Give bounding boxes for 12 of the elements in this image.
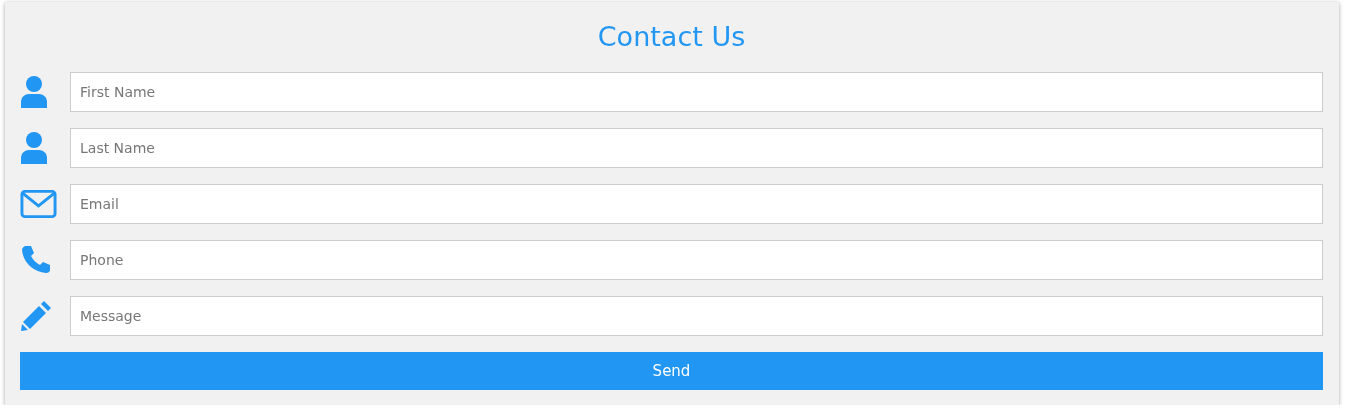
phone-icon	[20, 245, 50, 275]
envelope-icon	[20, 189, 57, 219]
person-icon	[20, 132, 48, 164]
form-title: Contact Us	[597, 20, 746, 54]
text-field[interactable]: Message	[70, 296, 1323, 336]
text-field[interactable]: Email	[70, 184, 1323, 224]
person-icon	[20, 76, 48, 108]
text-field[interactable]: First Name	[70, 72, 1323, 112]
pencil-icon	[20, 300, 52, 332]
text-field[interactable]: Phone	[70, 240, 1323, 280]
send-button[interactable]: Send	[20, 352, 1323, 390]
text-field[interactable]: Last Name	[70, 128, 1323, 168]
